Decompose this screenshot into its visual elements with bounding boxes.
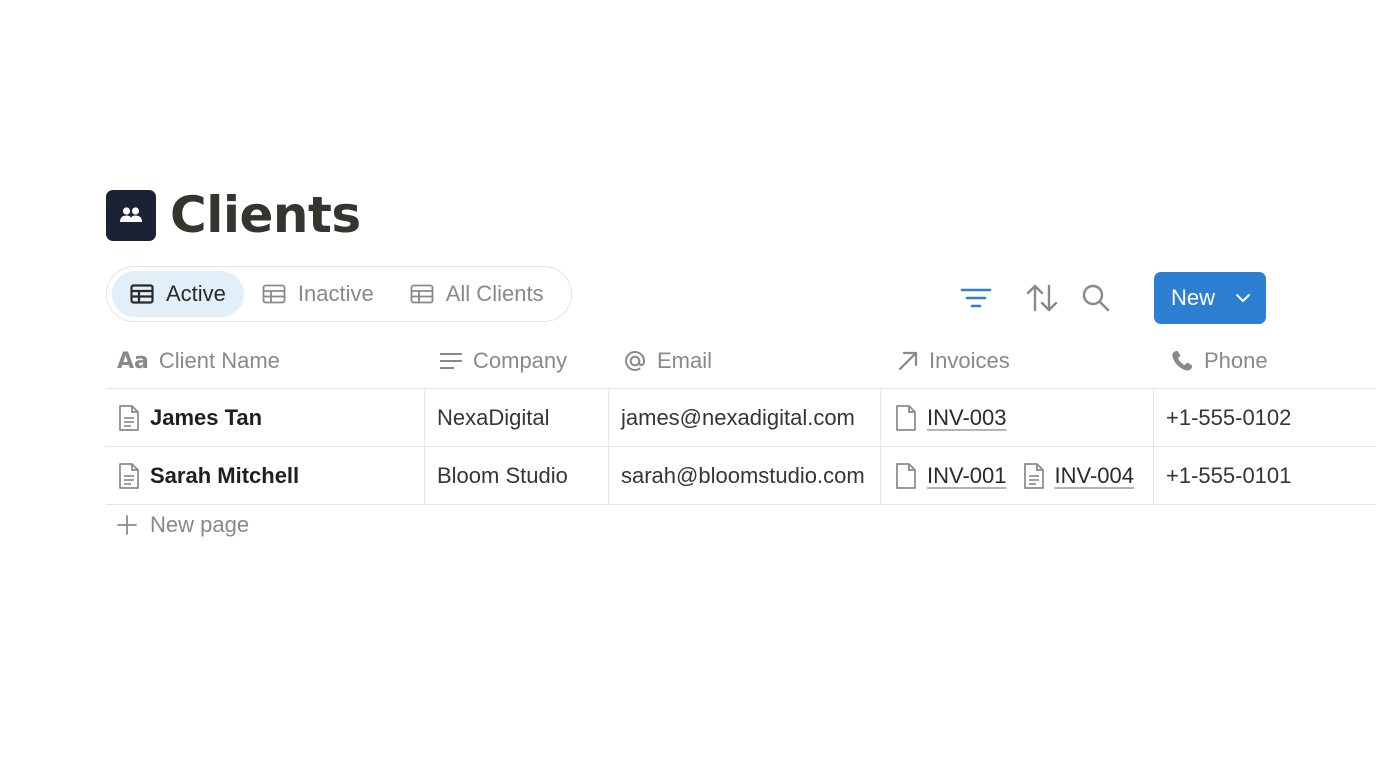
chevron-down-icon[interactable] — [1235, 293, 1251, 303]
column-header-phone[interactable]: Phone — [1154, 334, 1376, 388]
table-header: Aa Client Name Company Email Invoices Ph… — [106, 334, 1376, 389]
column-header-client-name[interactable]: Aa Client Name — [106, 334, 425, 388]
client-name: Sarah Mitchell — [150, 462, 300, 488]
phone-cell[interactable]: +1-555-0101 — [1154, 447, 1376, 504]
new-button-label: New — [1171, 285, 1216, 310]
plus-icon — [117, 515, 137, 535]
relation-arrow-icon — [897, 350, 919, 372]
text-lines-icon — [439, 352, 463, 370]
invoices-cell[interactable]: INV-001 INV-004 — [881, 447, 1154, 504]
tab-inactive[interactable]: Inactive — [244, 271, 392, 317]
column-header-invoices[interactable]: Invoices — [881, 334, 1154, 388]
title-aa-icon: Aa — [117, 348, 149, 374]
page-doc-icon — [119, 404, 139, 431]
column-label: Company — [473, 348, 568, 373]
view-tabs: Active Inactive All Clients — [106, 266, 572, 322]
tab-all-clients[interactable]: All Clients — [392, 271, 562, 317]
invoice-link[interactable]: INV-001 — [895, 462, 1007, 490]
new-page-button[interactable]: New page — [116, 512, 249, 538]
column-header-company[interactable]: Company — [425, 334, 609, 388]
blank-doc-icon — [896, 404, 916, 431]
page-header: Clients — [106, 186, 361, 244]
phone-icon — [1170, 349, 1194, 373]
filter-icon — [960, 288, 992, 308]
clients-table: Aa Client Name Company Email Invoices Ph… — [106, 334, 1376, 505]
toolbar — [956, 272, 1116, 324]
search-icon — [1082, 284, 1110, 312]
column-label: Phone — [1204, 348, 1268, 373]
client-name-cell[interactable]: Sarah Mitchell — [106, 447, 425, 504]
invoices-cell[interactable]: INV-003 — [881, 389, 1154, 446]
tab-active[interactable]: Active — [112, 271, 244, 317]
column-header-email[interactable]: Email — [609, 334, 881, 388]
search-button[interactable] — [1076, 278, 1116, 318]
people-icon[interactable] — [106, 189, 156, 241]
client-name-cell[interactable]: James Tan — [106, 389, 425, 446]
blank-doc-icon — [896, 462, 916, 489]
email-cell[interactable]: sarah@bloomstudio.com — [609, 447, 881, 504]
column-label: Email — [657, 348, 713, 373]
filter-button[interactable] — [956, 278, 996, 318]
table-row[interactable]: James Tan NexaDigital james@nexadigital.… — [106, 389, 1376, 447]
page-title: Clients — [170, 186, 361, 244]
invoice-label: INV-004 — [1054, 462, 1135, 488]
table-icon — [262, 284, 286, 304]
tab-label: All Clients — [445, 281, 544, 306]
client-name: James Tan — [150, 404, 263, 430]
invoice-label: INV-003 — [927, 404, 1007, 430]
page-doc-icon — [119, 462, 139, 489]
table-icon — [130, 284, 154, 304]
tab-label: Inactive — [297, 281, 374, 306]
sort-icon — [1026, 284, 1058, 312]
table-icon — [410, 284, 434, 304]
page-doc-icon — [1023, 462, 1044, 489]
company-cell[interactable]: NexaDigital — [425, 389, 609, 446]
invoice-link[interactable]: INV-003 — [895, 404, 1007, 432]
table-row[interactable]: Sarah Mitchell Bloom Studio sarah@blooms… — [106, 447, 1376, 505]
column-label: Invoices — [929, 348, 1010, 373]
new-button[interactable]: New — [1154, 272, 1266, 324]
phone-cell[interactable]: +1-555-0102 — [1154, 389, 1376, 446]
sort-button[interactable] — [1022, 278, 1062, 318]
new-page-label: New page — [150, 512, 250, 537]
tab-label: Active — [166, 281, 226, 306]
invoice-link[interactable]: INV-004 — [1023, 462, 1135, 490]
column-label: Client Name — [158, 348, 280, 373]
invoice-label: INV-001 — [927, 462, 1007, 488]
email-cell[interactable]: james@nexadigital.com — [609, 389, 881, 446]
company-cell[interactable]: Bloom Studio — [425, 447, 609, 504]
at-sign-icon — [623, 349, 647, 373]
